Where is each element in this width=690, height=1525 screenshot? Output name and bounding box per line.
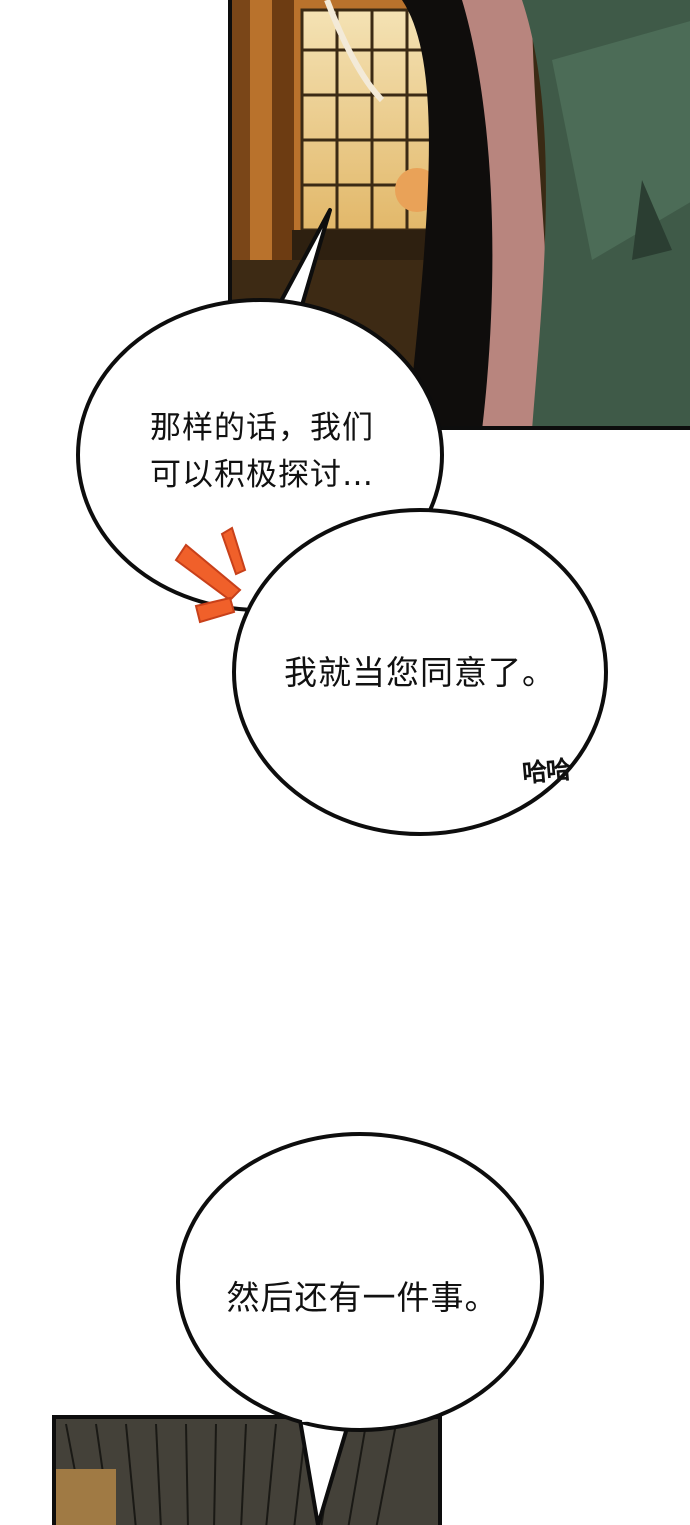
- speech-line-2: 可以积极探讨…: [150, 456, 374, 493]
- speech-bubble-3-text: 然后还有一件事。: [226, 1278, 499, 1317]
- laugh-sound-effect: 哈哈: [520, 754, 572, 789]
- speech-bubble-1-text: 那样的话，我们 可以积极探讨…: [112, 405, 412, 498]
- speech-bubble-2-text: 我就当您同意了。: [284, 653, 556, 692]
- speech-line-1: 那样的话，我们: [150, 410, 374, 446]
- speech-bubble-3: [176, 1132, 544, 1525]
